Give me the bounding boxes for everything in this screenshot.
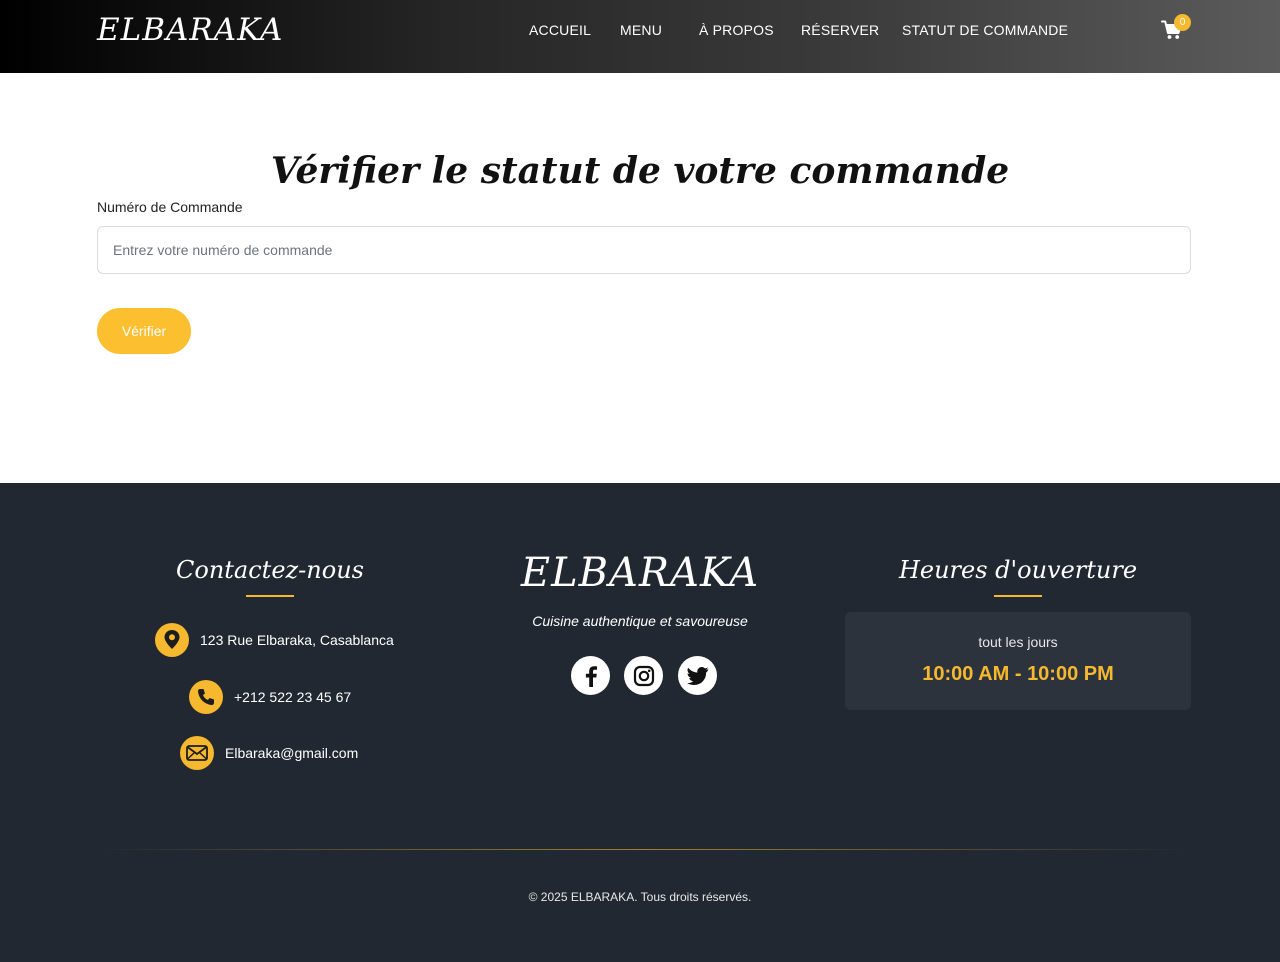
navbar: ELBARAKA ACCUEIL MENU À PROPOS RÉSERVER …	[0, 0, 1280, 73]
contact-phone-text: +212 522 23 45 67	[234, 689, 352, 705]
nav-link-reserver[interactable]: RÉSERVER	[801, 22, 879, 38]
nav-link-accueil[interactable]: ACCUEIL	[529, 22, 591, 38]
page-title: Vérifier le statut de votre commande	[270, 150, 1010, 192]
nav-link-statut-commande[interactable]: STATUT DE COMMANDE	[902, 22, 1068, 38]
instagram-icon[interactable]	[624, 656, 663, 695]
hours-time: 10:00 AM - 10:00 PM	[922, 663, 1114, 685]
nav-link-a-propos[interactable]: À PROPOS	[699, 22, 774, 38]
contact-email-text[interactable]: Elbaraka@gmail.com	[225, 745, 358, 761]
verify-button[interactable]: Vérifier	[97, 308, 191, 354]
order-number-input[interactable]	[97, 226, 1191, 274]
facebook-icon[interactable]	[571, 656, 610, 695]
contact-phone: +212 522 23 45 67	[189, 680, 351, 714]
cart-count-badge: 0	[1174, 14, 1191, 31]
hours-card: tout les jours 10:00 AM - 10:00 PM	[845, 612, 1191, 710]
hours-days: tout les jours	[978, 634, 1058, 650]
contact-address-text: 123 Rue Elbaraka, Casablanca	[200, 632, 394, 648]
brand-logo[interactable]: ELBARAKA	[97, 12, 283, 48]
twitter-icon[interactable]	[678, 656, 717, 695]
hours-heading: Heures d'ouverture	[898, 556, 1138, 584]
contact-email: Elbaraka@gmail.com	[180, 736, 358, 770]
hours-heading-underline	[994, 595, 1042, 597]
nav-link-menu[interactable]: MENU	[620, 22, 662, 38]
envelope-icon	[180, 736, 214, 770]
order-number-label: Numéro de Commande	[97, 199, 243, 215]
footer-divider	[97, 849, 1191, 850]
copyright: © 2025 ELBARAKA. Tous droits réservés.	[528, 890, 752, 904]
phone-icon	[189, 680, 223, 714]
